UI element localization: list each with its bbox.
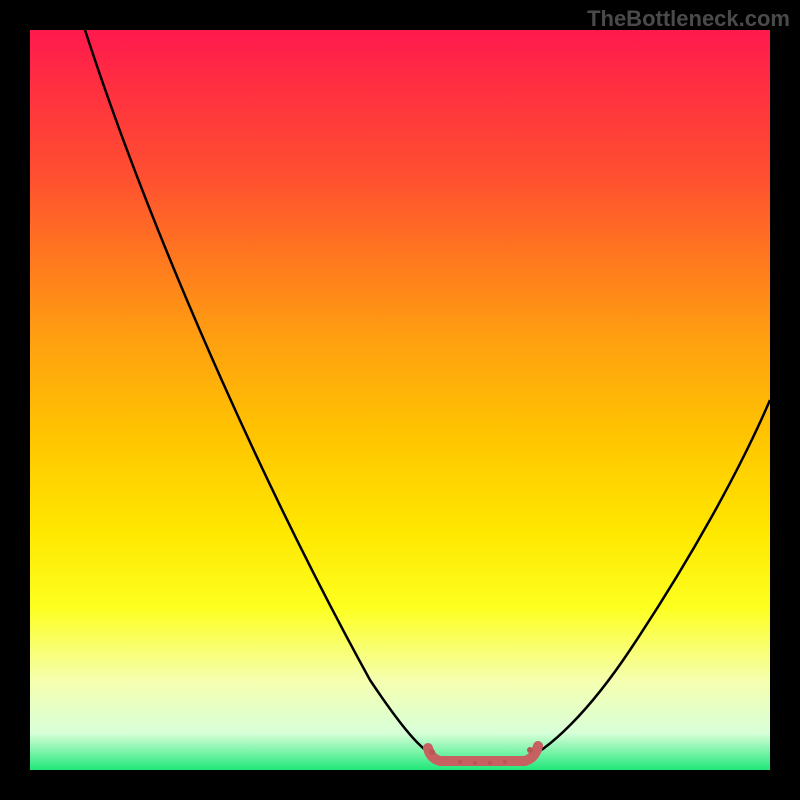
- plot-area: [30, 30, 770, 770]
- optimal-region-marker: [30, 30, 770, 770]
- watermark-text: TheBottleneck.com: [587, 6, 790, 32]
